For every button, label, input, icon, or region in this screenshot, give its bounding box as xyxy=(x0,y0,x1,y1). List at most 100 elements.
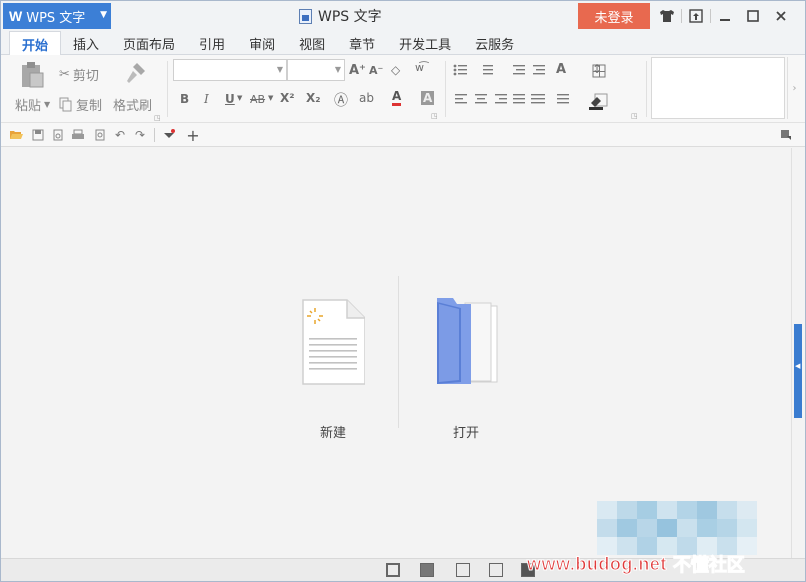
font-size-input[interactable]: ▼ xyxy=(287,59,345,81)
text-effect-icon[interactable]: Ⓐ xyxy=(334,90,348,110)
copy-icon xyxy=(59,97,72,111)
clear-format-icon[interactable]: ◇ xyxy=(391,63,400,77)
grow-font-button[interactable]: A⁺ xyxy=(349,63,366,78)
chevron-down-icon: ▼ xyxy=(334,65,341,74)
maximize-icon[interactable] xyxy=(739,3,767,29)
phonetic-guide-icon[interactable]: w͡ xyxy=(415,61,424,74)
tab-review[interactable]: 审阅 xyxy=(237,31,287,55)
tab-home[interactable]: 开始 xyxy=(9,31,62,56)
change-case-button[interactable]: A xyxy=(556,62,566,77)
window-controls xyxy=(653,3,795,29)
underline-button[interactable]: U xyxy=(225,92,235,106)
chevron-down-icon: ▼ xyxy=(237,94,243,102)
tab-developer[interactable]: 开发工具 xyxy=(387,31,463,55)
chevron-down-icon: ▼ xyxy=(268,94,274,102)
undo-icon[interactable]: ↶ xyxy=(113,128,127,142)
clipboard-group: 粘贴 ▼ ✂ 剪切 复制 格式刷 ◳ xyxy=(9,59,161,122)
upload-icon[interactable] xyxy=(682,3,710,29)
full-screen-icon[interactable] xyxy=(386,563,400,577)
open-document-button[interactable]: 打开 xyxy=(431,296,501,441)
print-preview-icon[interactable] xyxy=(93,128,107,142)
chevron-down-icon: ▼ xyxy=(276,65,283,74)
save-icon[interactable] xyxy=(31,128,45,142)
divider xyxy=(646,61,647,117)
font-color-button[interactable]: A xyxy=(392,90,402,106)
page-view-icon[interactable] xyxy=(420,563,434,577)
tab-view[interactable]: 视图 xyxy=(287,31,337,55)
outline-view-icon[interactable] xyxy=(456,563,470,577)
paste-label: 粘贴 xyxy=(15,99,42,114)
close-icon[interactable] xyxy=(767,3,795,29)
watermark-url: www.budog.net xyxy=(527,553,667,574)
customize-toolbar-icon[interactable] xyxy=(162,128,176,142)
font-name-input[interactable]: ▼ xyxy=(173,59,287,81)
login-button[interactable]: 未登录 xyxy=(578,3,650,29)
skin-icon[interactable] xyxy=(653,3,681,29)
mosaic-overlay xyxy=(597,501,757,555)
copy-button[interactable]: 复制 xyxy=(59,95,102,114)
side-panel-scrollbar: ◀ xyxy=(791,148,805,558)
divider xyxy=(398,276,399,428)
web-view-icon[interactable] xyxy=(489,563,503,577)
new-label: 新建 xyxy=(319,426,346,441)
subscript-button[interactable]: X₂ xyxy=(306,91,321,105)
superscript-button[interactable]: X² xyxy=(280,91,295,105)
dialog-launcher-icon[interactable]: ◳ xyxy=(431,112,438,120)
divider xyxy=(445,61,446,117)
cut-label: 剪切 xyxy=(72,69,99,84)
tab-page-layout[interactable]: 页面布局 xyxy=(111,31,187,55)
dialog-launcher-icon[interactable]: ◳ xyxy=(631,112,638,120)
sort-icon[interactable]: ↕ xyxy=(592,62,602,76)
paste-icon[interactable] xyxy=(19,61,45,89)
minimize-icon[interactable] xyxy=(711,3,739,29)
strikethrough-button[interactable]: AB xyxy=(250,93,265,106)
shrink-font-button[interactable]: A⁻ xyxy=(369,64,383,77)
ribbon-scroll-right-icon[interactable]: › xyxy=(787,57,801,119)
title-bar: W WPS 文字 ▼ WPS 文字 未登录 xyxy=(1,1,805,31)
paragraph-icons[interactable] xyxy=(453,63,643,117)
open-label: 打开 xyxy=(452,426,479,441)
side-panel-toggle[interactable]: ◀ xyxy=(794,324,802,418)
ribbon-collapse-icon[interactable] xyxy=(779,128,793,142)
document-icon xyxy=(299,8,312,24)
format-painter-label: 格式刷 xyxy=(113,99,153,114)
highlight-icon[interactable]: ab xyxy=(359,91,374,105)
new-document-icon xyxy=(301,298,366,386)
chevron-left-icon: ◀ xyxy=(795,362,801,370)
open-folder-icon[interactable] xyxy=(9,128,23,142)
wps-window: W WPS 文字 ▼ WPS 文字 未登录 开始 插入 页面布局 引用 审阅 视… xyxy=(0,0,806,582)
new-document-button[interactable]: 新建 xyxy=(301,298,366,441)
char-shading-button[interactable]: A xyxy=(421,91,435,105)
tab-references[interactable]: 引用 xyxy=(187,31,237,55)
italic-button[interactable]: I xyxy=(204,92,209,106)
add-icon[interactable]: + xyxy=(186,126,200,145)
open-folder-icon xyxy=(431,296,501,386)
dialog-launcher-icon[interactable]: ◳ xyxy=(154,114,161,122)
ribbon-tabs: 开始 插入 页面布局 引用 审阅 视图 章节 开发工具 云服务 xyxy=(1,31,805,56)
print-icon[interactable] xyxy=(71,128,85,142)
tab-insert[interactable]: 插入 xyxy=(61,31,111,55)
ribbon: 粘贴 ▼ ✂ 剪切 复制 格式刷 ◳ ▼ ▼ A⁺ A⁻ ◇ w͡ B I U … xyxy=(1,55,805,123)
redo-icon[interactable]: ↷ xyxy=(133,128,147,142)
cut-button[interactable]: ✂ 剪切 xyxy=(59,65,99,84)
divider xyxy=(154,128,155,142)
app-menu-button[interactable]: W WPS 文字 ▼ xyxy=(3,3,111,29)
document-title-text: WPS 文字 xyxy=(318,9,382,25)
tab-cloud[interactable]: 云服务 xyxy=(463,31,526,55)
watermark: www.budog.net 不懂社区 xyxy=(527,549,746,579)
bold-button[interactable]: B xyxy=(180,92,189,106)
paste-button[interactable]: 粘贴 ▼ xyxy=(15,95,50,114)
format-painter-icon[interactable] xyxy=(123,61,147,85)
start-page: 新建 打开 xyxy=(1,148,791,558)
styles-gallery[interactable] xyxy=(651,57,785,119)
scissors-icon: ✂ xyxy=(59,67,70,82)
document-title: WPS 文字 xyxy=(299,6,382,26)
tab-section[interactable]: 章节 xyxy=(337,31,387,55)
divider xyxy=(167,61,168,117)
watermark-site-name: 不懂社区 xyxy=(672,555,745,576)
copy-label: 复制 xyxy=(76,99,103,114)
wps-logo-icon: W xyxy=(9,8,23,24)
format-painter-button[interactable]: 格式刷 xyxy=(113,95,152,114)
export-pdf-icon[interactable] xyxy=(51,128,65,142)
chevron-down-icon: ▼ xyxy=(44,100,51,109)
